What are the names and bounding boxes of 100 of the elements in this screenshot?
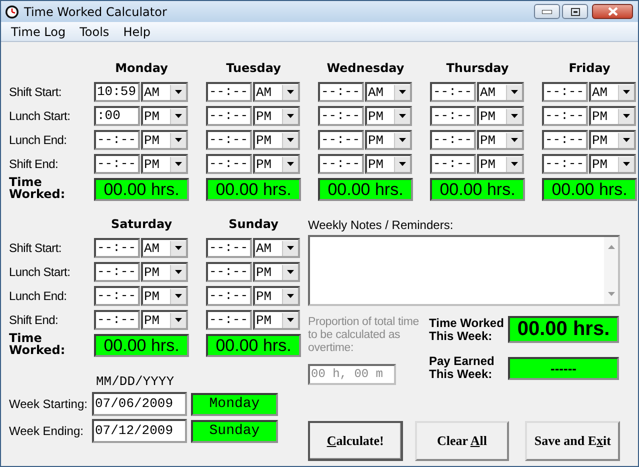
time-field[interactable]: --:-- bbox=[206, 106, 252, 126]
meridiem-dropdown[interactable]: PM bbox=[589, 130, 636, 150]
day-heading: Thursday bbox=[446, 61, 509, 75]
meridiem-dropdown[interactable]: AM bbox=[141, 82, 188, 102]
day-heading: Saturday bbox=[110, 217, 172, 231]
caret-icon bbox=[287, 90, 294, 94]
maximize-button[interactable] bbox=[562, 4, 588, 19]
meridiem-dropdown[interactable]: PM bbox=[365, 106, 412, 126]
caret-icon bbox=[511, 162, 518, 166]
scroll-up-icon bbox=[608, 245, 614, 249]
time-field[interactable]: 10:59 bbox=[94, 82, 140, 102]
hours-display: 00.00 hrs. bbox=[206, 178, 301, 201]
time-field[interactable]: --:-- bbox=[206, 238, 252, 258]
date-field[interactable]: 07/06/2009 bbox=[92, 392, 187, 416]
meridiem-dropdown[interactable]: PM bbox=[589, 106, 636, 126]
time-field[interactable]: --:-- bbox=[430, 154, 476, 174]
time-field[interactable]: --:-- bbox=[542, 130, 588, 150]
notes-field[interactable] bbox=[308, 235, 620, 306]
time-field[interactable]: --:-- bbox=[94, 262, 140, 282]
meridiem-dropdown[interactable]: PM bbox=[365, 154, 412, 174]
caret-icon bbox=[175, 162, 182, 166]
time-field[interactable]: --:-- bbox=[430, 130, 476, 150]
time-field[interactable]: --:-- bbox=[206, 82, 252, 102]
time-field[interactable]: --:-- bbox=[430, 82, 476, 102]
summary-label: Time Worked This Week: bbox=[429, 316, 505, 342]
caret-icon bbox=[287, 162, 294, 166]
row-label: Shift End: bbox=[9, 313, 58, 327]
meridiem-dropdown[interactable]: PM bbox=[253, 310, 300, 330]
row-label: Lunch End: bbox=[9, 289, 67, 303]
meridiem-dropdown[interactable]: PM bbox=[141, 106, 188, 126]
hours-display: 00.00 hrs. bbox=[94, 334, 189, 357]
meridiem-dropdown[interactable]: AM bbox=[253, 82, 300, 102]
time-field[interactable]: --:-- bbox=[206, 262, 252, 282]
action-button[interactable]: Calculate! bbox=[308, 421, 403, 461]
meridiem-dropdown[interactable]: PM bbox=[253, 286, 300, 306]
menu-item[interactable]: Tools bbox=[72, 24, 116, 38]
time-field[interactable]: --:-- bbox=[318, 154, 364, 174]
caret-icon bbox=[287, 294, 294, 298]
time-field[interactable]: --:-- bbox=[542, 82, 588, 102]
meridiem-dropdown[interactable]: PM bbox=[141, 310, 188, 330]
meridiem-dropdown[interactable]: PM bbox=[253, 262, 300, 282]
caret-icon bbox=[287, 318, 294, 322]
time-field[interactable]: --:-- bbox=[318, 82, 364, 102]
minimize-button[interactable] bbox=[534, 4, 560, 19]
time-field[interactable]: --:-- bbox=[94, 154, 140, 174]
week-label: Week Ending: bbox=[9, 424, 84, 438]
day-heading: Friday bbox=[568, 61, 610, 75]
meridiem-dropdown[interactable]: PM bbox=[253, 130, 300, 150]
meridiem-dropdown[interactable]: PM bbox=[477, 154, 524, 174]
hours-display: 00.00 hrs. bbox=[206, 334, 301, 357]
time-field[interactable]: --:-- bbox=[318, 106, 364, 126]
meridiem-dropdown[interactable]: AM bbox=[253, 238, 300, 258]
row-label: Lunch End: bbox=[9, 133, 67, 147]
time-field[interactable]: --:-- bbox=[94, 238, 140, 258]
time-field[interactable]: --:-- bbox=[542, 154, 588, 174]
meridiem-dropdown[interactable]: PM bbox=[253, 106, 300, 126]
action-button[interactable]: Save and Exit bbox=[525, 421, 620, 461]
time-field[interactable]: --:-- bbox=[206, 154, 252, 174]
meridiem-dropdown[interactable]: PM bbox=[477, 130, 524, 150]
row-label: Shift Start: bbox=[9, 241, 62, 255]
time-field[interactable]: --:-- bbox=[430, 106, 476, 126]
minimize-icon bbox=[542, 10, 552, 14]
caret-icon bbox=[175, 90, 182, 94]
date-field[interactable]: 07/12/2009 bbox=[92, 419, 187, 443]
overtime-label: Proportion of total time to be calculated as overtime: bbox=[308, 316, 420, 355]
meridiem-dropdown[interactable]: PM bbox=[141, 262, 188, 282]
meridiem-dropdown[interactable]: PM bbox=[365, 130, 412, 150]
caret-icon bbox=[399, 138, 406, 142]
menu-item[interactable]: Help bbox=[116, 24, 158, 38]
time-field[interactable]: --:-- bbox=[206, 310, 252, 330]
meridiem-dropdown[interactable]: AM bbox=[365, 82, 412, 102]
time-field[interactable]: --:-- bbox=[94, 310, 140, 330]
time-field[interactable]: --:-- bbox=[318, 130, 364, 150]
time-field[interactable]: --:-- bbox=[206, 130, 252, 150]
meridiem-dropdown[interactable]: PM bbox=[253, 154, 300, 174]
meridiem-dropdown[interactable]: PM bbox=[141, 154, 188, 174]
meridiem-dropdown[interactable]: AM bbox=[589, 82, 636, 102]
caret-icon bbox=[287, 246, 294, 250]
meridiem-dropdown[interactable]: AM bbox=[141, 238, 188, 258]
row-label: Shift Start: bbox=[9, 85, 62, 99]
meridiem-dropdown[interactable]: AM bbox=[477, 82, 524, 102]
menu-item[interactable]: Time Log bbox=[4, 24, 73, 38]
meridiem-dropdown[interactable]: PM bbox=[141, 286, 188, 306]
time-field[interactable]: --:-- bbox=[94, 286, 140, 306]
action-button[interactable]: Clear All bbox=[414, 421, 510, 461]
summary-label: Pay Earned This Week: bbox=[429, 355, 496, 381]
caret-icon bbox=[399, 114, 406, 118]
meridiem-dropdown[interactable]: PM bbox=[141, 130, 188, 150]
time-field[interactable]: --:-- bbox=[542, 106, 588, 126]
time-field[interactable]: :00 bbox=[94, 106, 140, 126]
meridiem-dropdown[interactable]: PM bbox=[477, 106, 524, 126]
meridiem-dropdown[interactable]: PM bbox=[589, 154, 636, 174]
time-field[interactable]: --:-- bbox=[206, 286, 252, 306]
weekday-display: Sunday bbox=[191, 420, 278, 442]
close-button[interactable] bbox=[592, 4, 633, 19]
caret-icon bbox=[399, 162, 406, 166]
caret-icon bbox=[175, 246, 182, 250]
caret-icon bbox=[287, 138, 294, 142]
time-field[interactable]: --:-- bbox=[94, 130, 140, 150]
caret-icon bbox=[175, 318, 182, 322]
